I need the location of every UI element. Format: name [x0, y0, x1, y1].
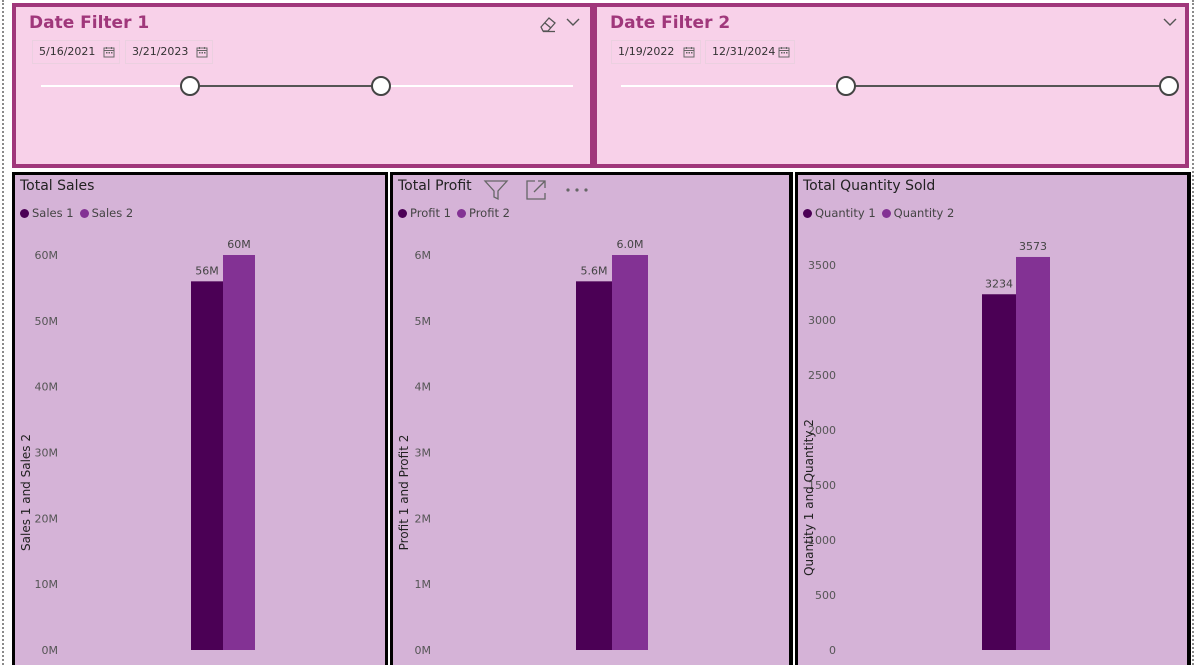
- start-date-input[interactable]: 1/19/2022: [611, 40, 701, 64]
- range-end-handle[interactable]: [371, 76, 392, 96]
- bar-chart[interactable]: 0M 1M 2M 3M 4M 5M 6M Profit 1 and Profit 2 5.6M 6…: [393, 175, 789, 665]
- chevron-down-icon[interactable]: [565, 17, 581, 27]
- calendar-icon[interactable]: [778, 46, 790, 58]
- calendar-icon[interactable]: [683, 46, 695, 58]
- bar-chart[interactable]: 0500100015002000250030003500Quantity 1 a…: [798, 175, 1187, 665]
- y-tick-label: 3500: [808, 259, 836, 272]
- y-tick-label: 10M: [35, 578, 59, 591]
- bar-chart[interactable]: 0M 10M 20M 30M 40M 50M 60M Sales 1 and Sales 2 5…: [15, 175, 385, 665]
- y-tick-label: 1M: [415, 578, 432, 591]
- data-label: 56M: [195, 264, 219, 277]
- end-date-input[interactable]: 12/31/2024: [705, 40, 795, 64]
- range-start-handle[interactable]: [179, 76, 200, 96]
- y-axis-title: Quantity 1 and Quantity 2: [802, 419, 816, 576]
- data-label: 3573: [1019, 240, 1047, 253]
- chart-panel-profit[interactable]: Total Profit Profit 1 Profit 2 0M 1M 2M 3M 4…: [390, 172, 793, 665]
- bar[interactable]: [1016, 256, 1050, 650]
- y-tick-label: 50M: [35, 315, 59, 328]
- range-selected: [189, 85, 382, 87]
- y-tick-label: 6M: [415, 249, 432, 262]
- data-label: 6.0M: [617, 238, 644, 251]
- y-axis-title: Profit 1 and Profit 2: [397, 435, 411, 551]
- start-date-input[interactable]: 5/16/2021: [32, 40, 120, 64]
- end-date-value: 3/21/2023: [132, 45, 189, 58]
- bar[interactable]: [612, 255, 648, 650]
- y-axis-title: Sales 1 and Sales 2: [19, 434, 33, 551]
- range-end-handle[interactable]: [1159, 76, 1179, 96]
- chart-panel-quantity[interactable]: Total Quantity Sold Quantity 1 Quantity …: [795, 172, 1191, 665]
- y-tick-label: 500: [815, 589, 836, 602]
- data-label: 60M: [227, 238, 251, 251]
- bar[interactable]: [191, 281, 223, 650]
- date-slicer-2[interactable]: Date Filter 2 1/19/2022 12/31/2024: [593, 3, 1189, 168]
- end-date-input[interactable]: 3/21/2023: [125, 40, 213, 64]
- y-tick-label: 60M: [35, 249, 59, 262]
- y-tick-label: 30M: [35, 447, 59, 460]
- y-tick-label: 3M: [415, 447, 432, 460]
- chart-panel-body: Total Quantity Sold Quantity 1 Quantity …: [798, 175, 1187, 665]
- calendar-icon[interactable]: [103, 46, 115, 58]
- chart-panel-body: Total Profit Profit 1 Profit 2 0M 1M 2M 3M 4…: [393, 175, 789, 665]
- canvas-edge-right: [1192, 0, 1194, 665]
- y-tick-label: 0M: [415, 644, 432, 657]
- y-tick-label: 20M: [35, 512, 59, 525]
- y-tick-label: 3000: [808, 314, 836, 327]
- eraser-icon[interactable]: [538, 15, 558, 33]
- canvas-edge-left: [2, 0, 4, 665]
- chart-panel-sales[interactable]: Total Sales Sales 1 Sales 2 0M 10M 20M 30M 4…: [12, 172, 388, 665]
- slicer-title: Date Filter 2: [610, 13, 731, 33]
- chart-panel-body: Total Sales Sales 1 Sales 2 0M 10M 20M 30M 4…: [15, 175, 385, 665]
- start-date-value: 5/16/2021: [39, 45, 96, 58]
- y-tick-label: 0: [829, 644, 836, 657]
- y-tick-label: 5M: [415, 315, 432, 328]
- end-date-value: 12/31/2024: [712, 45, 776, 58]
- range-start-handle[interactable]: [835, 76, 856, 96]
- date-slicer-1[interactable]: Date Filter 1 5/16/2021 3/21/2023: [12, 3, 594, 168]
- bar[interactable]: [576, 281, 612, 650]
- calendar-icon[interactable]: [196, 46, 208, 58]
- y-tick-label: 4M: [415, 381, 432, 394]
- data-label: 5.6M: [581, 264, 608, 277]
- range-selected: [845, 85, 1169, 87]
- start-date-value: 1/19/2022: [618, 45, 675, 58]
- slicer-title: Date Filter 1: [29, 13, 150, 33]
- y-tick-label: 2500: [808, 369, 836, 382]
- chevron-down-icon[interactable]: [1162, 17, 1178, 27]
- y-tick-label: 2M: [415, 512, 432, 525]
- bar[interactable]: [982, 294, 1016, 650]
- data-label: 3234: [985, 277, 1013, 290]
- bar[interactable]: [223, 255, 255, 650]
- y-tick-label: 0M: [42, 644, 59, 657]
- y-tick-label: 40M: [35, 381, 59, 394]
